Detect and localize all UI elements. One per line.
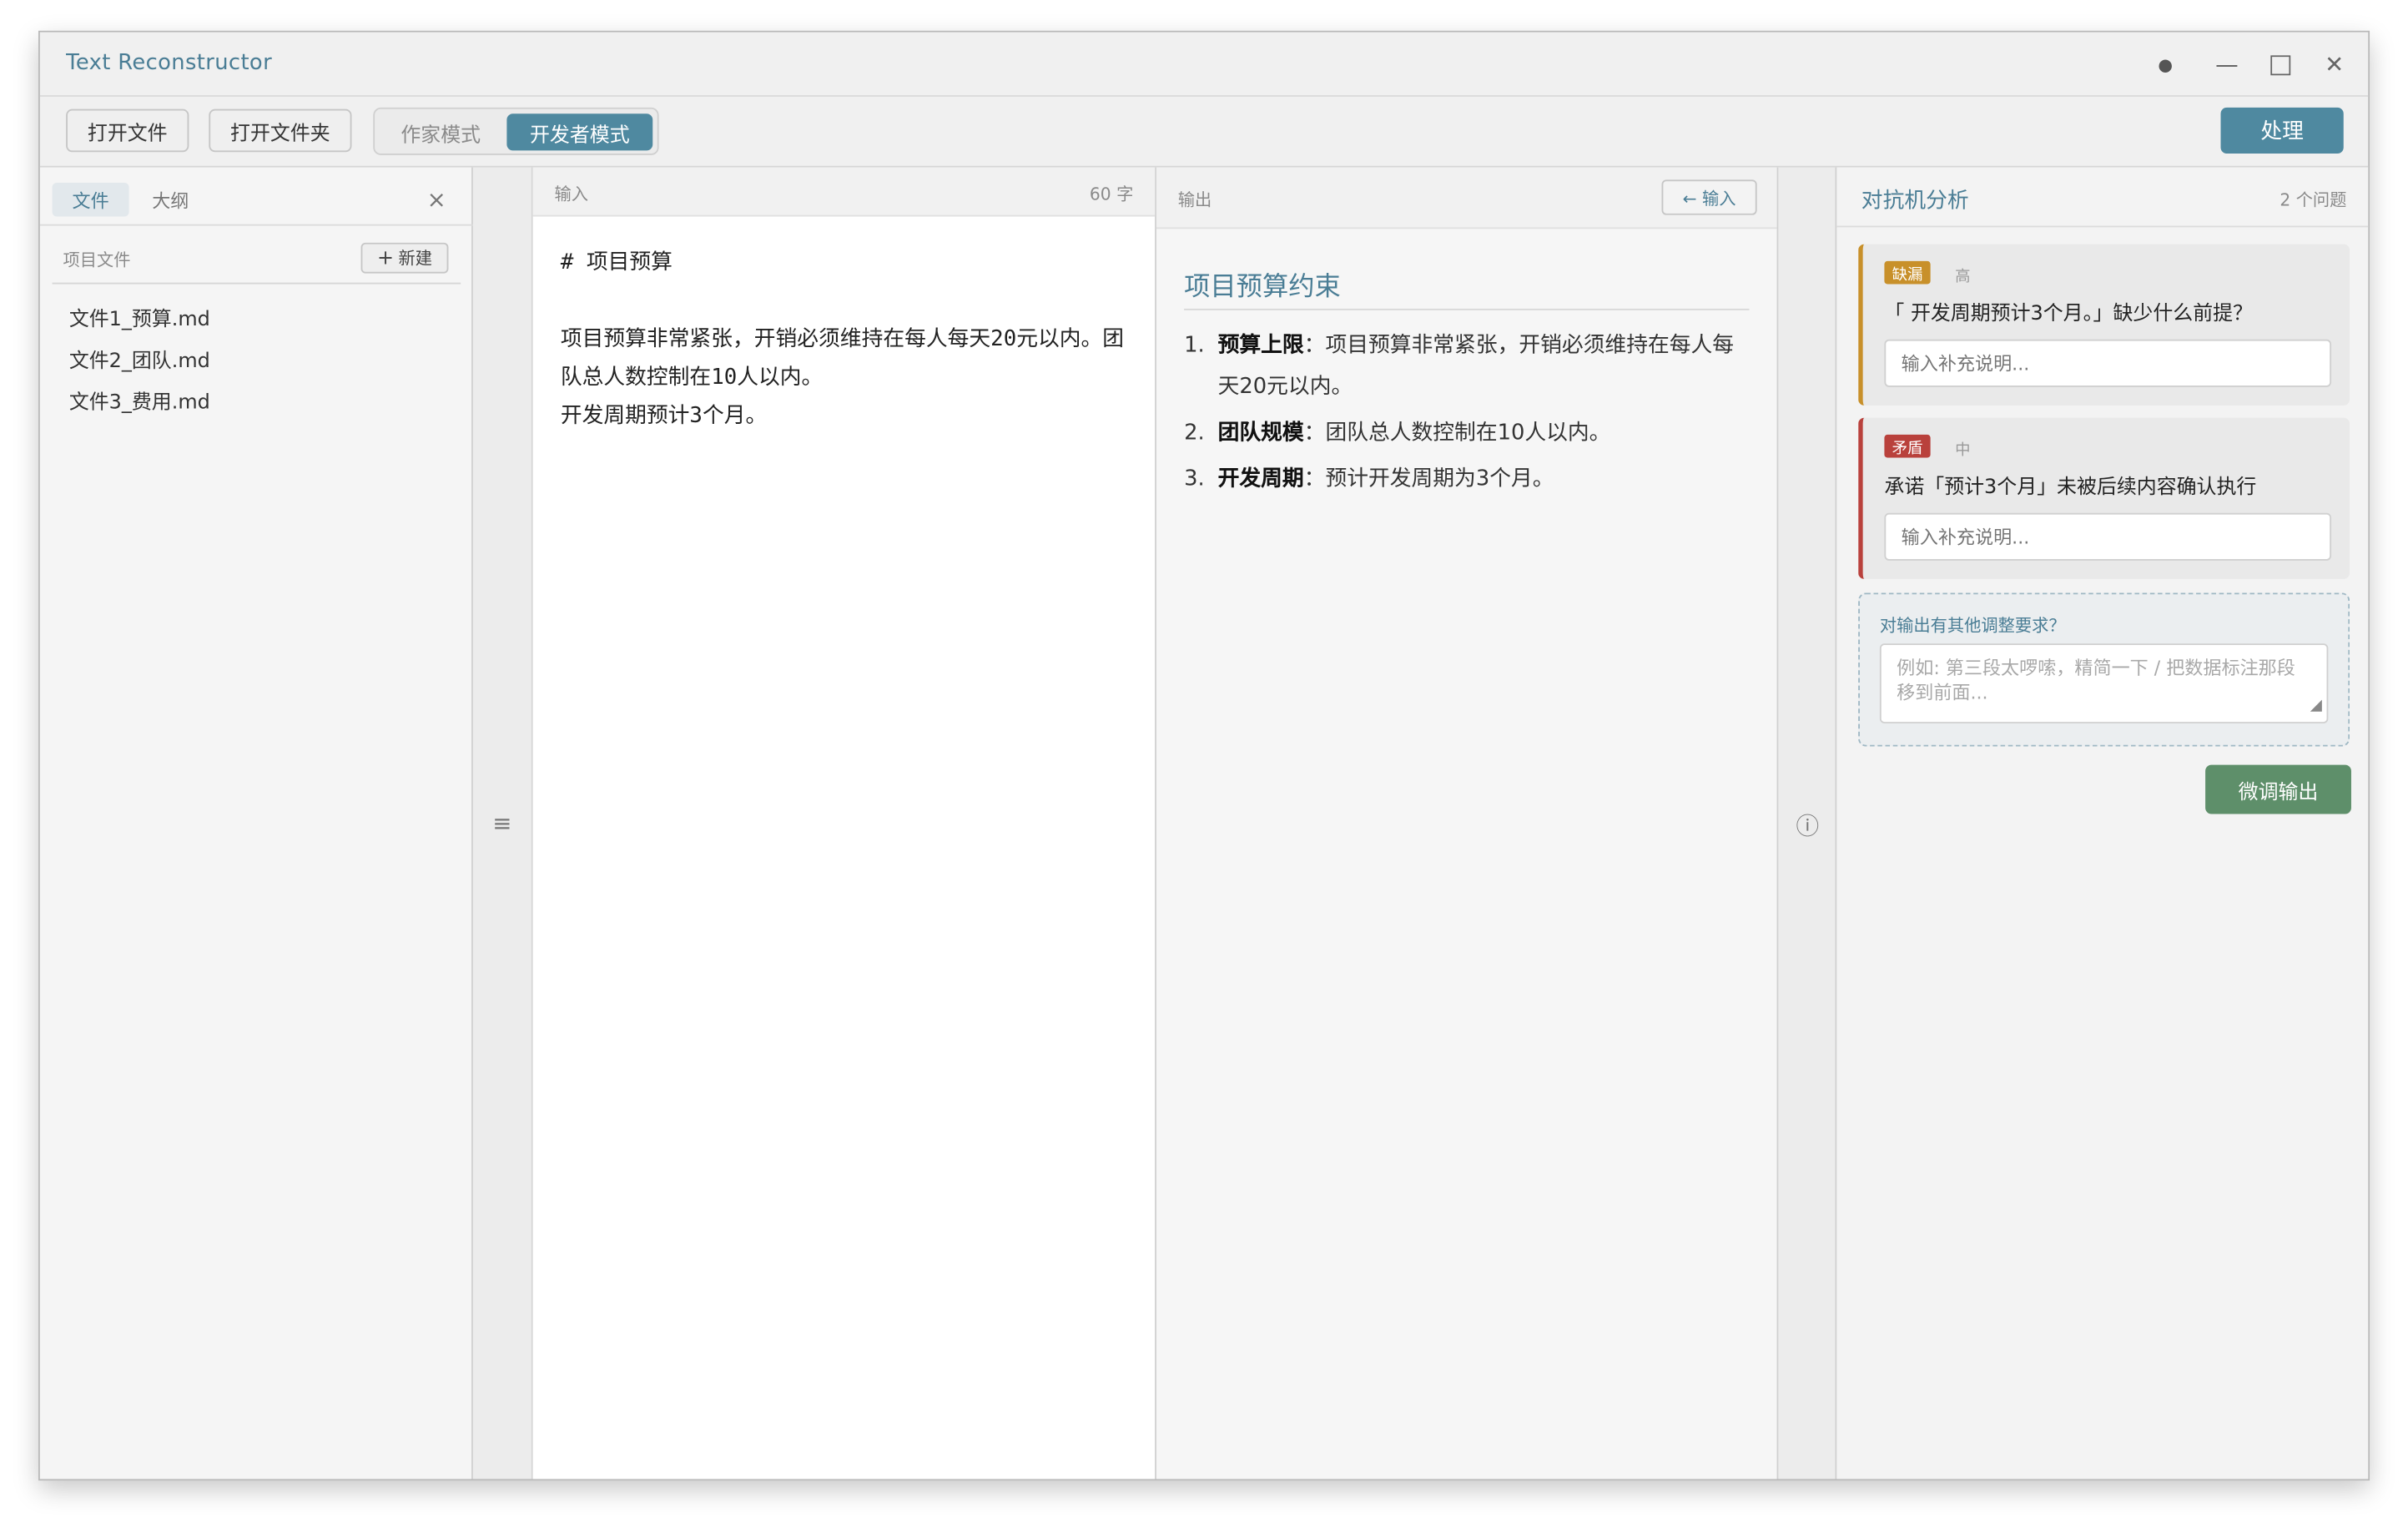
- input-header: 输入 60 字: [532, 167, 1156, 217]
- app-title: Text Reconstructor: [66, 50, 273, 76]
- list-item: 1. 预算上限：项目预算非常紧张，开销必须维持在每人每天20元以内。: [1184, 325, 1752, 408]
- item-sep: ：: [1303, 333, 1326, 358]
- finetune-output-button[interactable]: 微调输出: [2205, 764, 2351, 814]
- issue-tag: 缺漏: [1884, 260, 1931, 285]
- info-icon[interactable]: ⓘ: [1792, 809, 1823, 842]
- right-gutter: ⓘ: [1778, 167, 1837, 1479]
- adjust-textarea[interactable]: 例如: 第三段太啰嗦，精简一下 / 把数据标注那段移到前面... ◢: [1879, 643, 2329, 723]
- issue-count: 2 个问题: [2280, 190, 2347, 211]
- mode-switch: 作家模式 开发者模式: [373, 107, 659, 155]
- list-number: 3.: [1184, 466, 1205, 491]
- supplement-input[interactable]: [1884, 339, 2332, 387]
- item-title: 团队规模: [1217, 421, 1304, 446]
- theme-toggle-icon[interactable]: ●: [2150, 49, 2181, 80]
- output-label: 输出: [1177, 190, 1212, 211]
- close-window-icon[interactable]: ✕: [2319, 49, 2350, 80]
- back-to-input-button[interactable]: ← 输入: [1661, 179, 1757, 215]
- process-button[interactable]: 处理: [2220, 107, 2344, 154]
- open-folder-button[interactable]: 打开文件夹: [209, 108, 352, 153]
- project-files-label: 项目文件: [63, 250, 131, 270]
- issue-tag: 矛盾: [1884, 434, 1931, 458]
- input-editor[interactable]: # 项目预算 项目预算非常紧张，开销必须维持在每人每天20元以内。团队总人数控制…: [561, 244, 1129, 436]
- adjust-placeholder: 例如: 第三段太啰嗦，精简一下 / 把数据标注那段移到前面...: [1897, 657, 2295, 703]
- divider: [1184, 308, 1750, 310]
- severity-label: 高: [1955, 269, 1971, 286]
- list-number: 1.: [1184, 333, 1205, 358]
- supplement-input[interactable]: [1884, 512, 2332, 561]
- item-text: 预计开发周期为3个月。: [1325, 466, 1554, 491]
- outline-toggle-icon[interactable]: ≡: [486, 809, 517, 837]
- list-item: 3. 开发周期：预计开发周期为3个月。: [1184, 459, 1752, 501]
- tab-outline[interactable]: 大纲: [135, 183, 206, 216]
- output-heading: 项目预算约束: [1184, 271, 1341, 303]
- char-count: 60 字: [1089, 184, 1134, 204]
- item-title: 预算上限: [1217, 333, 1304, 358]
- resize-grip-icon[interactable]: ◢: [2310, 694, 2322, 718]
- file-item[interactable]: 文件1_预算.md: [69, 303, 210, 332]
- list-item: 2. 团队规模：团队总人数控制在10人以内。: [1184, 413, 1752, 455]
- new-file-label: 新建: [398, 249, 433, 270]
- issue-card: 矛盾 中 承诺「预计3个月」未被后续内容确认执行: [1858, 417, 2350, 579]
- file-item[interactable]: 文件2_团队.md: [69, 344, 210, 374]
- issue-question: 承诺「预计3个月」未被后续内容确认执行: [1884, 476, 2257, 500]
- developer-mode-tab[interactable]: 开发者模式: [506, 113, 653, 151]
- close-sidebar-icon[interactable]: ×: [427, 186, 446, 214]
- output-header: 输出 ← 输入: [1156, 167, 1777, 229]
- divider: [52, 282, 461, 285]
- input-panel: 输入 60 字 # 项目预算 项目预算非常紧张，开销必须维持在每人每天20元以内…: [532, 167, 1156, 1479]
- new-file-button[interactable]: + 新建: [360, 242, 449, 274]
- open-file-button[interactable]: 打开文件: [66, 108, 189, 153]
- severity-label: 中: [1955, 442, 1971, 460]
- output-panel: 输出 ← 输入 项目预算约束 1. 预算上限：项目预算非常紧张，开销必须维持在每…: [1156, 167, 1779, 1479]
- input-label: 输入: [554, 184, 588, 204]
- issue-question: 「 开发周期预计3个月。」缺少什么前提？: [1884, 302, 2253, 326]
- divider: [39, 224, 473, 226]
- maximize-icon[interactable]: □: [2265, 49, 2296, 80]
- divider: [1836, 225, 2369, 228]
- file-item[interactable]: 文件3_费用.md: [69, 386, 210, 415]
- analysis-title: 对抗机分析: [1861, 189, 1969, 214]
- adjust-request-box: 对输出有其他调整要求？ 例如: 第三段太啰嗦，精简一下 / 把数据标注那段移到前…: [1858, 592, 2350, 747]
- tab-files[interactable]: 文件: [52, 183, 129, 217]
- app-window: Text Reconstructor ● — □ ✕ 打开文件 打开文件夹 作家…: [38, 30, 2370, 1481]
- adjust-label: 对输出有其他调整要求？: [1879, 616, 2066, 637]
- left-gutter: ≡: [472, 167, 533, 1479]
- item-title: 开发周期: [1217, 466, 1304, 491]
- list-number: 2.: [1184, 421, 1205, 446]
- item-sep: ：: [1303, 466, 1326, 491]
- toolbar: 打开文件 打开文件夹 作家模式 开发者模式 处理: [39, 96, 2369, 168]
- issue-card: 缺漏 高 「 开发周期预计3个月。」缺少什么前提？: [1858, 244, 2350, 406]
- sidebar: 文件 大纲 × 项目文件 + 新建 文件1_预算.md 文件2_团队.md 文件…: [39, 167, 473, 1479]
- writer-mode-tab[interactable]: 作家模式: [380, 113, 501, 150]
- analysis-panel: 对抗机分析 2 个问题 缺漏 高 「 开发周期预计3个月。」缺少什么前提？ 矛盾…: [1836, 167, 2369, 1479]
- minimize-icon[interactable]: —: [2211, 49, 2242, 80]
- title-bar: Text Reconstructor ● — □ ✕: [39, 32, 2369, 97]
- item-sep: ：: [1303, 421, 1326, 446]
- item-text: 团队总人数控制在10人以内。: [1325, 421, 1611, 446]
- plus-icon: +: [376, 246, 395, 270]
